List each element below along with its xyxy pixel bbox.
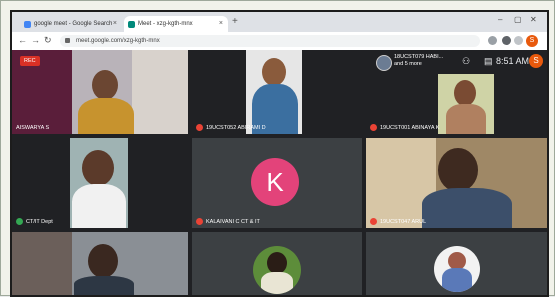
participant-name: 19UCST047 ARUL — [370, 218, 426, 225]
person-body — [74, 276, 134, 295]
participant-photo — [434, 246, 480, 292]
participant-name: KALAIVANI C CT & IT — [196, 218, 260, 225]
lock-icon — [65, 38, 70, 43]
mic-off-icon — [370, 124, 377, 131]
participant-tile[interactable]: 19UCST047 ARUL — [366, 138, 547, 228]
url-field[interactable]: meet.google.com/xzg-kgth-mnx — [60, 35, 480, 47]
participant-tile[interactable]: REC AISWARYA S — [12, 50, 188, 134]
tab-google-search[interactable]: google meet - Google Search × — [20, 16, 122, 32]
person-head — [92, 70, 118, 100]
mic-on-icon — [16, 218, 23, 225]
participant-name: 19UCST001 ABINAYA K — [370, 124, 439, 131]
person-body — [446, 104, 486, 134]
participant-tile[interactable] — [12, 232, 188, 295]
tab-bar: google meet - Google Search × Meet - xzg… — [12, 12, 547, 32]
tab-label: Meet - xzg-kgth-mnx — [138, 21, 193, 27]
participant-photo — [253, 246, 301, 294]
person-head — [438, 148, 478, 192]
mic-off-icon — [196, 124, 203, 131]
person-head — [88, 244, 118, 278]
google-icon — [24, 21, 31, 28]
person-body — [78, 98, 134, 134]
back-icon[interactable]: ← — [18, 35, 27, 45]
address-bar-row: ← → ↻ meet.google.com/xzg-kgth-mnx S — [12, 32, 547, 51]
reload-icon[interactable]: ↻ — [44, 35, 52, 46]
meet-stage: REC AISWARYA S 19UCST052 ABIRAMI D 18UCS… — [12, 50, 547, 295]
participant-name: 19UCST052 ABIRAMI D — [196, 124, 266, 131]
participant-tile[interactable] — [192, 232, 362, 295]
close-window-button[interactable]: ✕ — [530, 15, 537, 24]
screenshot-frame: google meet - Google Search × Meet - xzg… — [0, 0, 555, 297]
chat-icon[interactable]: ▤ — [484, 56, 493, 67]
participant-tile[interactable] — [366, 232, 547, 295]
clock: 8:51 AM — [496, 56, 530, 66]
close-tab-icon[interactable]: × — [219, 16, 223, 32]
person-head — [262, 58, 286, 86]
person-head — [454, 80, 476, 106]
camera-icon[interactable] — [488, 36, 497, 45]
person-head — [82, 150, 114, 186]
browser-window: google meet - Google Search × Meet - xzg… — [10, 10, 549, 297]
profile-avatar[interactable]: S — [526, 35, 538, 47]
participant-tile[interactable]: 19UCST052 ABIRAMI D — [192, 50, 362, 134]
meet-top-bar: 18UCST079 HABI... and 5 more ⚇ ▤ 8:51 AM … — [366, 50, 547, 74]
people-icon[interactable]: ⚇ — [462, 56, 470, 67]
maximize-button[interactable]: ▢ — [514, 15, 522, 24]
participant-name: CT/IT Dept — [16, 218, 53, 225]
forward-icon[interactable]: → — [31, 35, 40, 45]
participant-tile[interactable]: K KALAIVANI C CT & IT — [192, 138, 362, 228]
mic-off-icon — [370, 218, 377, 225]
person-body — [422, 188, 512, 228]
tab-label: google meet - Google Search — [34, 21, 113, 27]
participant-tile[interactable]: 18UCST079 HABI... and 5 more ⚇ ▤ 8:51 AM … — [366, 50, 547, 134]
extensions-icon[interactable] — [502, 36, 511, 45]
participant-name: AISWARYA S — [16, 125, 50, 131]
background-shelf — [12, 232, 72, 295]
person-body — [72, 184, 126, 228]
new-tab-button[interactable]: + — [232, 16, 238, 27]
bookmark-icon[interactable] — [514, 36, 523, 45]
self-avatar[interactable]: S — [529, 54, 543, 68]
minimize-button[interactable]: – — [498, 15, 502, 24]
close-tab-icon[interactable]: × — [113, 16, 117, 32]
mic-off-icon — [196, 218, 203, 225]
participant-tile[interactable]: CT/IT Dept — [12, 138, 188, 228]
recording-badge: REC — [20, 56, 40, 66]
avatar — [376, 55, 392, 71]
participant-initial-avatar: K — [251, 158, 299, 206]
meet-icon — [128, 21, 135, 28]
tab-meet[interactable]: Meet - xzg-kgth-mnx × — [124, 16, 228, 32]
url-text: meet.google.com/xzg-kgth-mnx — [76, 38, 160, 44]
others-indicator[interactable]: 18UCST079 HABI... and 5 more — [394, 54, 443, 68]
background-wall — [132, 50, 188, 134]
